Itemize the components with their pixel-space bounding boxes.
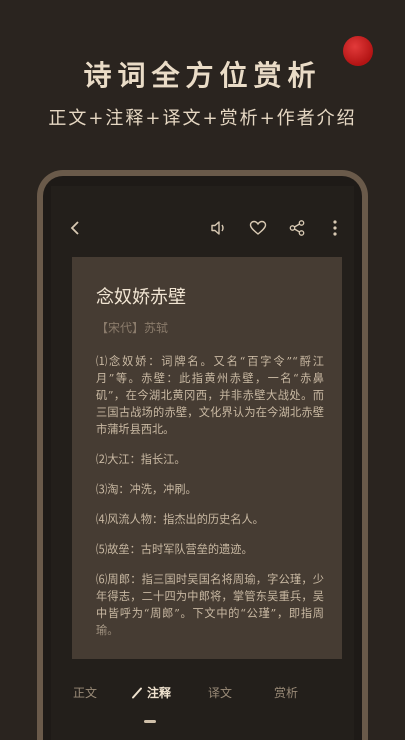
annotation-item: ⑸故垒：古时军队营垒的遗迹。: [96, 543, 253, 556]
more-button[interactable]: [323, 216, 347, 240]
tab-label: 赏析: [274, 686, 299, 700]
bottom-tab-bar: 正文 注释 译文 赏析: [51, 684, 354, 708]
favorite-button[interactable]: [246, 216, 270, 240]
annotation-item: ⑵大江：指长江。: [96, 453, 186, 466]
promo-subtitle: 正文+注释+译文+赏析+作者介绍: [48, 108, 357, 129]
app-screen: 念奴娇赤壁 【宋代】苏轼 ⑴念奴娇：词牌名。又名“百字令”“酹江月”等。赤壁：此…: [51, 186, 354, 740]
heart-icon: [249, 220, 267, 235]
annotation-item: ⑴念奴娇：词牌名。又名“百字令”“酹江月”等。赤壁：此指黄州赤壁，一名“赤鼻矶”…: [96, 355, 324, 436]
tab-translation[interactable]: 译文: [208, 684, 232, 701]
top-toolbar: [51, 216, 354, 246]
phone-frame: 念奴娇赤壁 【宋代】苏轼 ⑴念奴娇：词牌名。又名“百字令”“酹江月”等。赤壁：此…: [37, 170, 368, 740]
annotation-item: ⑶淘：冲洗，冲刷。: [96, 483, 197, 496]
share-icon: [289, 220, 305, 236]
share-button[interactable]: [285, 216, 309, 240]
chevron-left-icon: [70, 221, 79, 235]
poem-author: 【宋代】苏轼: [96, 321, 169, 335]
tab-annotation[interactable]: 注释: [131, 684, 171, 701]
tab-label: 正文: [73, 686, 98, 700]
tab-analysis[interactable]: 赏析: [274, 684, 298, 701]
pen-icon: [132, 687, 142, 698]
speaker-button[interactable]: [207, 216, 231, 240]
promo-title: 诗词全方位赏析: [83, 59, 322, 92]
red-seal-icon: [343, 36, 373, 66]
poem-card: 念奴娇赤壁 【宋代】苏轼 ⑴念奴娇：词牌名。又名“百字令”“酹江月”等。赤壁：此…: [72, 257, 342, 659]
scroll-fade: [72, 619, 342, 659]
tab-text[interactable]: 正文: [73, 684, 97, 701]
annotation-list: ⑴念奴娇：词牌名。又名“百字令”“酹江月”等。赤壁：此指黄州赤壁，一名“赤鼻矶”…: [96, 353, 324, 652]
back-button[interactable]: [63, 216, 87, 240]
active-tab-indicator: [144, 720, 156, 723]
tab-label: 译文: [208, 686, 233, 700]
annotation-item: ⑷风流人物：指杰出的历史名人。: [96, 513, 264, 526]
speaker-icon: [211, 221, 224, 235]
poem-title: 念奴娇赤壁: [96, 287, 186, 308]
tab-label: 注释: [147, 686, 172, 700]
more-vertical-icon: [333, 220, 337, 236]
